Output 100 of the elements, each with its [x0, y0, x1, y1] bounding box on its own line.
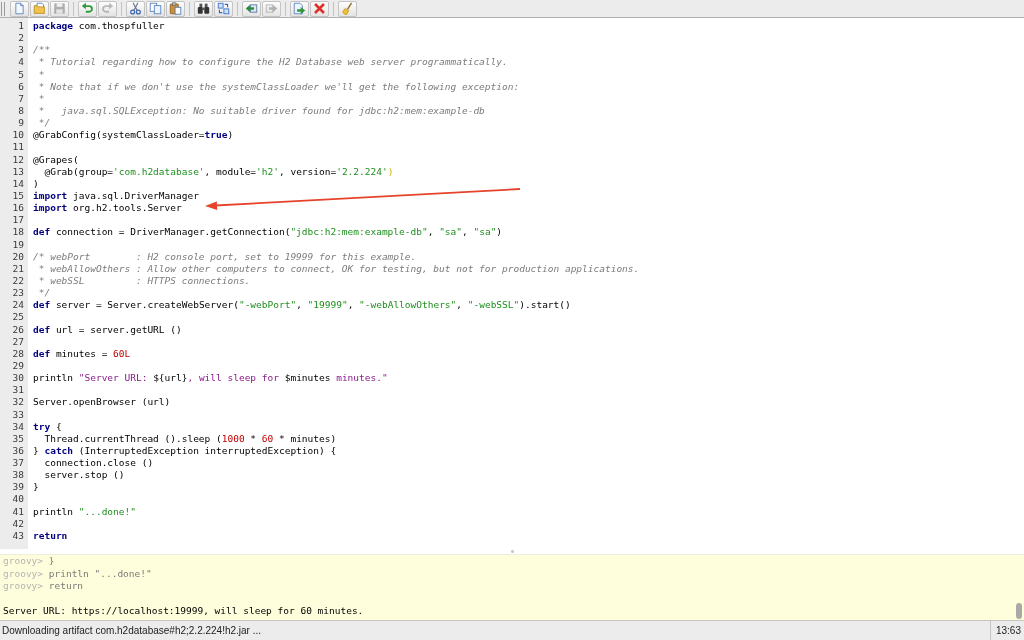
code-line: import java.sql.DriverManager [33, 189, 199, 201]
code-line: * Note that if we don't use the systemClassLoader we'll get the following exception: [37, 80, 520, 92]
code-line: Server.openBrowser (url) [33, 396, 171, 408]
grip-icon[interactable] [1, 1, 5, 16]
open-button[interactable] [30, 0, 49, 17]
clear-button[interactable] [338, 0, 357, 17]
line-number: 39 [12, 481, 24, 493]
run-button[interactable] [290, 0, 309, 17]
code-line: Thread.currentThread ().sleep (1000 * 60 * minutes) [43, 432, 337, 444]
previous-button[interactable] [242, 0, 261, 17]
replace-button[interactable] [214, 0, 233, 17]
line-number: 16 [12, 202, 24, 214]
console-line: groovy> println "...done!" [3, 567, 152, 579]
line-number: 8 [18, 105, 24, 116]
line-number: 12 [12, 153, 24, 165]
splitter-grip-icon[interactable] [510, 550, 514, 553]
line-number: 23 [12, 287, 24, 299]
code-line: return [33, 529, 68, 541]
line-number: 26 [12, 323, 24, 335]
cut-button[interactable] [126, 0, 145, 17]
code-line: } catch (InterruptedException interruptedException) { [33, 444, 337, 456]
paste-button[interactable] [166, 0, 185, 17]
line-number: 41 [12, 505, 24, 517]
broom-icon [341, 2, 354, 15]
code-line: @Grapes( [33, 153, 79, 165]
line-number: 14 [12, 177, 24, 189]
line-number: 36 [12, 444, 24, 456]
curved-arrow-right-icon [101, 2, 114, 15]
line-number: 22 [12, 274, 24, 286]
code-line: connection.close () [43, 457, 154, 469]
document-icon [13, 2, 26, 15]
line-number: 1 [18, 20, 24, 31]
line-number: 34 [12, 420, 24, 432]
code-line: } [33, 481, 39, 493]
line-number: 27 [12, 335, 24, 347]
code-line: * webSSL : HTTPS connections. [37, 274, 251, 286]
line-number: 15 [12, 189, 24, 201]
code-line: * java.sql.SQLException: No suitable driver found for jdbc:h2:mem:example-db [37, 105, 485, 116]
scrollbar-thumb[interactable] [1016, 603, 1022, 619]
arrow-right-icon [265, 2, 278, 15]
line-number: 30 [12, 372, 24, 384]
code-line: server.stop () [43, 469, 125, 481]
line-number: 9 [18, 117, 24, 129]
line-number: 4 [18, 56, 24, 68]
line-number: 17 [12, 214, 24, 226]
console-line: groovy> return [3, 580, 84, 592]
cursor-position: 13:63 [995, 625, 1021, 636]
line-number: 24 [12, 299, 24, 311]
code-line: */ [37, 287, 51, 299]
line-number: 29 [12, 359, 24, 371]
line-number: 13 [12, 165, 24, 177]
line-number: 32 [12, 396, 24, 408]
line-number: 18 [12, 226, 24, 238]
line-number: 25 [12, 311, 24, 323]
copy-pages-icon [149, 2, 162, 15]
scissors-icon [129, 2, 142, 15]
line-number: 10 [12, 129, 24, 141]
line-number: 40 [12, 493, 24, 505]
curved-arrow-left-icon [81, 2, 94, 15]
code-line: def server = Server.createWebServer("-webPort", "19999", "-webAllowOthers", "-webSSL").start() [33, 299, 571, 311]
code-line: ) [33, 177, 39, 189]
code-line: * Tutorial regarding how to configure the H2 Database web server programmatically. [37, 56, 508, 68]
line-number: 31 [12, 384, 24, 396]
code-line: def minutes = 60L [33, 347, 131, 359]
line-number: 5 [18, 68, 24, 80]
code-line: println "...done!" [33, 505, 136, 517]
copy-button[interactable] [146, 0, 165, 17]
code-line: /* webPort : H2 console port, set to 19999 for this example. [33, 250, 417, 262]
code-line: */ [37, 117, 51, 129]
code-line: package com.thospfuller [33, 20, 165, 31]
code-line: import org.h2.tools.Server [33, 202, 182, 214]
console-line: groovy> } [3, 555, 55, 566]
line-number: 28 [12, 347, 24, 359]
find-button[interactable] [194, 0, 213, 17]
page-arrow-icon [293, 2, 306, 15]
cross-icon [313, 2, 326, 15]
code-line: def connection = DriverManager.getConnection("jdbc:h2:mem:example-db", "sa", "sa") [33, 226, 503, 238]
line-number: 3 [18, 44, 24, 56]
arrow-left-icon [245, 2, 258, 15]
code-line: @GrabConfig(systemClassLoader=true) [33, 129, 234, 141]
interrupt-button[interactable] [310, 0, 329, 17]
line-number: 43 [12, 529, 24, 541]
new-file-button[interactable] [10, 0, 29, 17]
line-number: 35 [12, 432, 24, 444]
code-line: try { [33, 420, 62, 432]
code-line: def url = server.getURL () [33, 323, 182, 335]
line-number: 38 [12, 469, 24, 481]
code-line: * [37, 92, 45, 104]
line-number: 19 [12, 238, 24, 250]
line-number: 33 [12, 408, 24, 420]
line-number: 37 [12, 457, 24, 469]
line-number: 20 [12, 250, 24, 262]
line-number: 2 [18, 32, 24, 44]
undo-button[interactable] [78, 0, 97, 17]
line-number: 21 [12, 262, 24, 274]
folder-icon [33, 2, 46, 15]
code-line: * [37, 68, 45, 80]
line-number: 42 [12, 517, 24, 529]
code-line: @Grab(group='com.h2database', module='h2', version='2.2.224') [43, 165, 394, 177]
code-line: * webAllowOthers : Allow other computers to connect, OK for testing, but not for production applications. [37, 262, 640, 274]
